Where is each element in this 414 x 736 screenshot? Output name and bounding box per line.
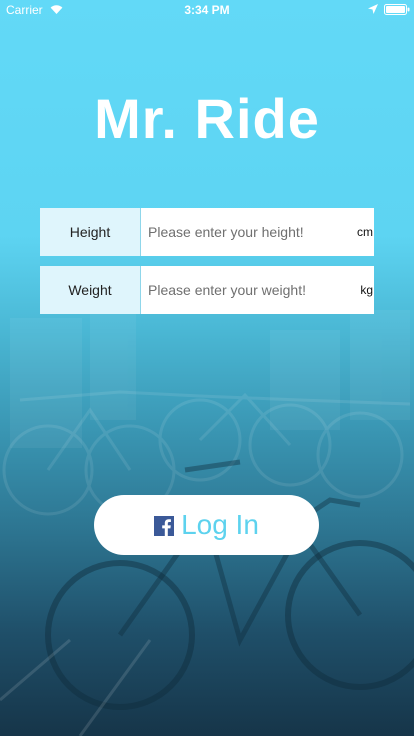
app-title: Mr. Ride bbox=[94, 87, 320, 150]
location-arrow-icon bbox=[368, 4, 378, 14]
facebook-icon bbox=[154, 516, 175, 536]
height-unit: cm bbox=[357, 225, 373, 239]
login-button-label: Log In bbox=[181, 509, 259, 540]
status-bar: Carrier 3:34 PM bbox=[0, 0, 414, 20]
height-input[interactable] bbox=[141, 208, 349, 256]
height-label: Height bbox=[40, 208, 141, 256]
login-screen: Carrier 3:34 PM Mr. Ride Height cm Weigh… bbox=[0, 0, 414, 736]
battery-icon bbox=[384, 4, 410, 15]
weight-unit: kg bbox=[360, 283, 373, 297]
height-row: Height cm bbox=[40, 208, 374, 256]
facebook-login-button[interactable]: Log In bbox=[94, 495, 319, 555]
weight-label: Weight bbox=[40, 266, 141, 314]
weight-input[interactable] bbox=[141, 266, 349, 314]
weight-row: Weight kg bbox=[40, 266, 374, 314]
status-time: 3:34 PM bbox=[184, 3, 230, 17]
